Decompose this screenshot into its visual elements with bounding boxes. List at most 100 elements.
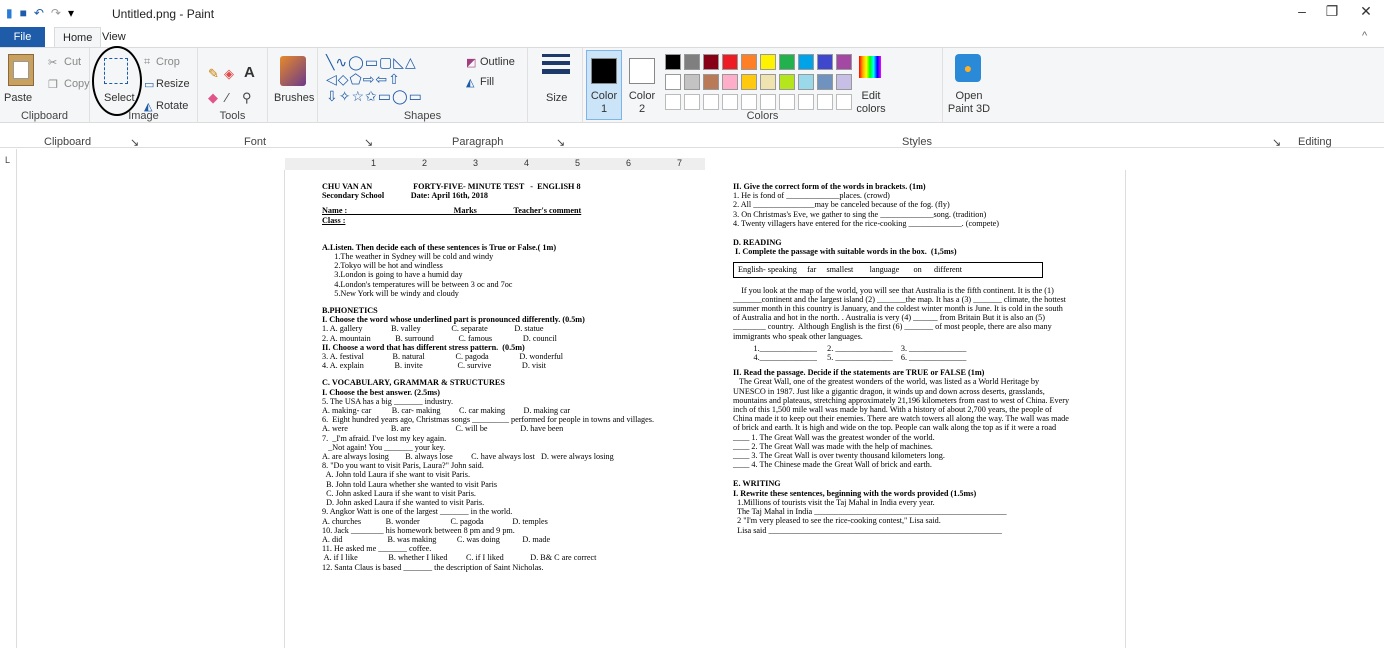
palette-swatch[interactable] xyxy=(760,94,776,110)
word-ribbon-section-labels: Clipboard ↘ Font ↘ Paragraph ↘ Styles ↘ … xyxy=(0,123,1384,149)
palette-swatch[interactable] xyxy=(817,54,833,70)
palette-swatch[interactable] xyxy=(836,74,852,90)
palette-swatch[interactable] xyxy=(817,94,833,110)
tab-file[interactable]: File xyxy=(0,27,45,47)
doc-line: II. Read the passage. Decide if the stat… xyxy=(733,368,985,378)
doc-line: 1. He is fond of _____________places. (c… xyxy=(733,191,890,201)
copy-button[interactable]: Copy xyxy=(64,78,90,90)
ruler-mark: 3 xyxy=(473,158,479,168)
scissors-icon[interactable]: ✂ xyxy=(48,56,57,69)
eraser-icon[interactable]: ◆ xyxy=(208,90,218,106)
size-button[interactable]: Size xyxy=(546,92,567,104)
palette-swatch[interactable] xyxy=(703,94,719,110)
doc-line: 5.New York will be windy and cloudy xyxy=(322,288,459,298)
open-paint3d-button[interactable]: Open Paint 3D xyxy=(947,90,991,116)
doc-line: Name : Marks Teacher's comment xyxy=(322,206,582,216)
minimize-icon[interactable]: – xyxy=(1292,3,1312,19)
brushes-button[interactable]: Brushes xyxy=(274,92,314,104)
magnifier-icon[interactable]: ⚲ xyxy=(242,90,252,106)
section-styles-launcher[interactable]: ↘ xyxy=(1272,136,1281,149)
paste-icon[interactable] xyxy=(8,54,34,86)
restore-icon[interactable]: ❐ xyxy=(1322,3,1342,20)
section-editing: Editing xyxy=(1298,136,1332,148)
palette-swatch[interactable] xyxy=(760,74,776,90)
resize-button[interactable]: Resize xyxy=(156,78,190,90)
doc-line: inch of this 1,500 mile wall was made by… xyxy=(733,405,1052,415)
section-paragraph-launcher[interactable]: ↘ xyxy=(556,136,565,149)
doc-line: I. Complete the passage with suitable wo… xyxy=(733,247,957,257)
size-icon[interactable] xyxy=(542,54,570,74)
pencil-icon[interactable]: ✎ xyxy=(208,66,219,82)
doc-line: A. John told Laura if she want to visit … xyxy=(322,470,471,480)
title-bar: ▮ ■ ↶ ↷ ▾ Untitled.png - Paint – ❐ ✕ xyxy=(0,0,1384,27)
copy-icon[interactable]: ❐ xyxy=(48,78,58,91)
palette-swatch[interactable] xyxy=(741,74,757,90)
palette-swatch[interactable] xyxy=(779,54,795,70)
palette-swatch[interactable] xyxy=(798,54,814,70)
palette-swatch[interactable] xyxy=(836,54,852,70)
color-picker-icon[interactable]: ∕ xyxy=(226,90,228,105)
doc-line: 4.______________ 5. ______________ 6. __… xyxy=(733,353,967,363)
customize-dropdown-icon[interactable]: ▾ xyxy=(68,6,74,20)
fill-icon[interactable]: ◈ xyxy=(224,66,234,82)
color2-swatch[interactable] xyxy=(629,58,655,84)
ruler-mark: 4 xyxy=(524,158,530,168)
palette-swatch[interactable] xyxy=(741,54,757,70)
colors-group: Color 1 Color 2 Edit colors Colors xyxy=(583,48,943,124)
palette-swatch[interactable] xyxy=(665,54,681,70)
close-icon[interactable]: ✕ xyxy=(1356,3,1376,20)
resize-icon[interactable]: ▭ xyxy=(144,78,154,91)
doc-line: 2 "I'm very pleased to see the rice-cook… xyxy=(733,516,941,526)
palette-swatch[interactable] xyxy=(665,74,681,90)
doc-line: A. churches B. wonder C. pagoda D. templ… xyxy=(322,516,548,526)
undo-icon[interactable]: ↶ xyxy=(34,6,44,20)
palette-swatch[interactable] xyxy=(722,54,738,70)
edit-colors-icon[interactable] xyxy=(859,56,881,78)
tools-group: ✎ ◈ A ◆ ∕ ⚲ Tools xyxy=(198,48,268,124)
brush-icon[interactable] xyxy=(280,56,306,86)
save-icon[interactable]: ■ xyxy=(20,6,27,20)
section-font-launcher[interactable]: ↘ xyxy=(364,136,373,149)
palette-swatch[interactable] xyxy=(703,74,719,90)
palette-swatch[interactable] xyxy=(836,94,852,110)
ruler-mark: 1 xyxy=(371,158,377,168)
fill-shape-icon[interactable]: ◭ xyxy=(466,76,474,89)
paste-button[interactable]: Paste xyxy=(4,92,32,104)
doc-line: 6. Eight hundred years ago, Christmas so… xyxy=(322,415,654,425)
doc-line: 8. "Do you want to visit Paris, Laura?" … xyxy=(322,461,484,471)
doc-line: The Taj Mahal in India _________________… xyxy=(733,507,1007,517)
palette-swatch[interactable] xyxy=(722,74,738,90)
palette-swatch[interactable] xyxy=(779,94,795,110)
palette-swatch[interactable] xyxy=(817,74,833,90)
palette-swatch[interactable] xyxy=(798,94,814,110)
tab-view[interactable]: View xyxy=(94,27,134,47)
section-clipboard-launcher[interactable]: ↘ xyxy=(130,136,139,149)
palette-swatch[interactable] xyxy=(798,74,814,90)
palette-swatch[interactable] xyxy=(741,94,757,110)
vertical-ruler: L xyxy=(0,149,17,648)
paint3d-icon[interactable]: ● xyxy=(955,54,981,82)
outline-button[interactable]: Outline xyxy=(480,56,515,68)
select-button[interactable]: Select xyxy=(104,92,135,104)
palette-swatch[interactable] xyxy=(703,54,719,70)
collapse-ribbon-icon[interactable]: ^ xyxy=(1362,30,1367,42)
crop-icon[interactable]: ⌗ xyxy=(144,56,150,69)
doc-line: II. Give the correct form of the words i… xyxy=(733,182,926,191)
ruler-tab-selector[interactable]: L xyxy=(5,155,10,165)
text-icon[interactable]: A xyxy=(244,64,255,81)
palette-swatch[interactable] xyxy=(722,94,738,110)
fill-button[interactable]: Fill xyxy=(480,76,494,88)
palette-swatch[interactable] xyxy=(684,94,700,110)
crop-button[interactable]: Crop xyxy=(156,56,180,68)
palette-swatch[interactable] xyxy=(684,74,700,90)
palette-swatch[interactable] xyxy=(760,54,776,70)
color1-swatch[interactable] xyxy=(591,58,617,84)
doc-line: 12. Santa Claus is based _______ the des… xyxy=(322,562,544,572)
palette-swatch[interactable] xyxy=(665,94,681,110)
palette-swatch[interactable] xyxy=(684,54,700,70)
shapes-gallery[interactable]: ╲∿◯▭▢◺△ ◁◇⬠⇨⇦⇧ ⇩✧☆✩▭◯▭ xyxy=(326,54,462,108)
outline-icon[interactable]: ◩ xyxy=(466,56,476,69)
redo-icon[interactable]: ↷ xyxy=(51,6,61,20)
palette-swatch[interactable] xyxy=(779,74,795,90)
cut-button[interactable]: Cut xyxy=(64,56,81,68)
